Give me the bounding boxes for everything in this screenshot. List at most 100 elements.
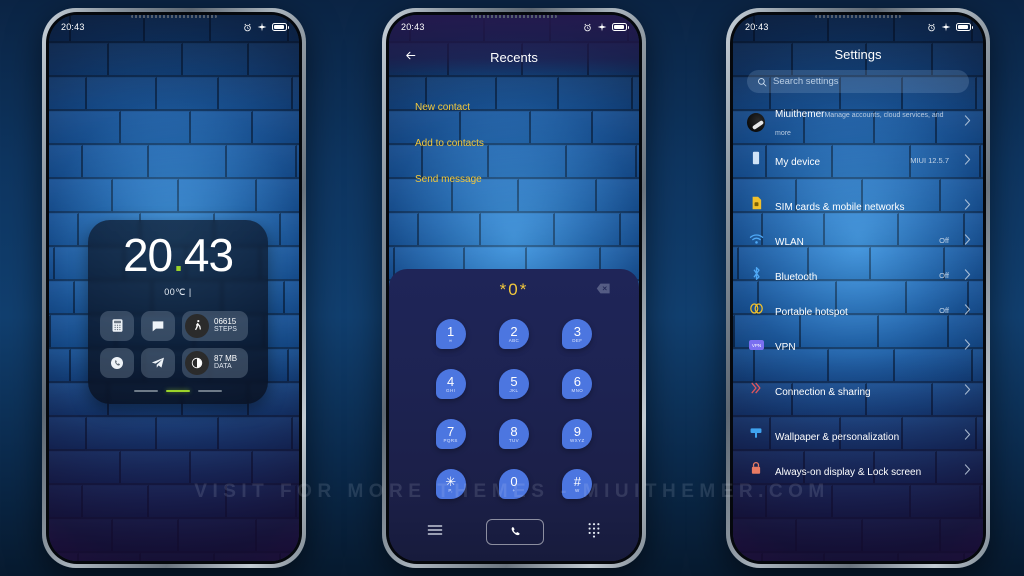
key-sublabel: GHI bbox=[446, 387, 456, 393]
data-badge bbox=[185, 350, 209, 375]
row-value: Off bbox=[939, 271, 949, 280]
page-dot-active[interactable] bbox=[166, 389, 190, 392]
menu-item-new-contact[interactable]: New contact bbox=[389, 89, 639, 125]
keypad-button[interactable]: 6 MNO bbox=[562, 369, 593, 399]
keypad-key-4[interactable]: 4 GHI bbox=[419, 363, 482, 405]
page-indicator[interactable] bbox=[100, 389, 256, 392]
phone3-bezel: 20:43 Settings Search settings Miuitheme… bbox=[730, 12, 986, 564]
keypad-key-7[interactable]: 7 PQRS bbox=[419, 413, 482, 455]
lockscreen-clock-widget[interactable]: 20.43 00℃ | 06615 STEPS 87 MB DATA bbox=[88, 220, 268, 404]
settings-row-wallpaper-personalization[interactable]: Wallpaper & personalization bbox=[733, 418, 983, 453]
row-icon-slot bbox=[747, 266, 765, 286]
keypad-key-8[interactable]: 8 TUV bbox=[482, 413, 545, 455]
earpiece-speaker bbox=[131, 15, 217, 18]
settings-list: MiuithemerManage accounts, cloud service… bbox=[733, 101, 983, 561]
airplane-mode-icon bbox=[257, 22, 267, 32]
battery-icon bbox=[272, 23, 289, 31]
menu-item-send-message[interactable]: Send message bbox=[389, 161, 639, 197]
dialer-keypad: 1 ∞ 2 ABC 3 DEF 4 GHI 5 JKL 6 MNO 7 PQRS 8 TUV 9 WXYZ ✳ P, 0… bbox=[389, 311, 639, 505]
page-dot[interactable] bbox=[134, 389, 158, 392]
phone1-screen: 20:43 20.43 00℃ | 06615 STEPS 87 MB DATA bbox=[49, 15, 299, 561]
keypad-button[interactable]: # W bbox=[562, 469, 593, 499]
settings-row-bluetooth[interactable]: Bluetooth Off bbox=[733, 258, 983, 293]
settings-row-sim-cards-mobile-networks[interactable]: SIM cards & mobile networks bbox=[733, 188, 983, 223]
steps-meta: 06615 STEPS bbox=[214, 317, 237, 334]
keypad-button[interactable]: 9 WXYZ bbox=[562, 419, 593, 449]
menu-icon[interactable] bbox=[427, 523, 443, 541]
keypad-icon[interactable] bbox=[587, 522, 601, 543]
bluetooth-icon bbox=[751, 266, 762, 286]
row-title: WLAN bbox=[775, 236, 804, 248]
row-text: MiuithemerManage accounts, cloud service… bbox=[775, 104, 954, 140]
backspace-icon[interactable] bbox=[596, 281, 611, 299]
key-sublabel: ∞ bbox=[448, 337, 453, 343]
keypad-button[interactable]: 1 ∞ bbox=[435, 319, 466, 349]
lock-icon bbox=[750, 461, 762, 480]
phone1-bezel: 20:43 20.43 00℃ | 06615 STEPS 87 MB DATA bbox=[46, 12, 302, 564]
menu-item-add-to-contacts[interactable]: Add to contacts bbox=[389, 125, 639, 161]
keypad-key-2[interactable]: 2 ABC bbox=[482, 313, 545, 355]
key-digit: 1 bbox=[447, 323, 455, 339]
connection-sharing-icon bbox=[749, 381, 763, 400]
phone1-status-bar: 20:43 bbox=[49, 15, 299, 39]
status-time: 20:43 bbox=[745, 22, 769, 32]
chevron-right-icon bbox=[964, 113, 971, 131]
keypad-key-#[interactable]: # W bbox=[546, 463, 609, 505]
steps-icon bbox=[194, 320, 201, 331]
tile-row: 87 MB DATA bbox=[100, 347, 256, 378]
tile-calculator[interactable] bbox=[100, 310, 134, 341]
tile-data-usage[interactable]: 87 MB DATA bbox=[182, 347, 248, 378]
keypad-button[interactable]: ✳ P, bbox=[435, 469, 466, 499]
keypad-button[interactable]: 2 ABC bbox=[498, 319, 529, 349]
keypad-button[interactable]: 8 TUV bbox=[498, 419, 529, 449]
back-arrow-icon[interactable] bbox=[403, 49, 418, 65]
keypad-key-9[interactable]: 9 WXYZ bbox=[546, 413, 609, 455]
tile-row: 06615 STEPS bbox=[100, 310, 256, 341]
settings-row-wlan[interactable]: WLAN Off bbox=[733, 223, 983, 258]
dialed-number-row: *0* bbox=[389, 269, 639, 311]
page-title: Recents bbox=[490, 49, 538, 65]
settings-row-connection-sharing[interactable]: Connection & sharing bbox=[733, 373, 983, 408]
row-text: VPN bbox=[775, 337, 954, 355]
phone-device-lockscreen: 20:43 20.43 00℃ | 06615 STEPS 87 MB DATA bbox=[42, 8, 306, 568]
keypad-key-1[interactable]: 1 ∞ bbox=[419, 313, 482, 355]
settings-row-miuithemer[interactable]: MiuithemerManage accounts, cloud service… bbox=[733, 101, 983, 143]
call-button[interactable] bbox=[485, 519, 544, 545]
keypad-key-✳[interactable]: ✳ P, bbox=[419, 463, 482, 505]
settings-row-portable-hotspot[interactable]: Portable hotspot Off bbox=[733, 293, 983, 328]
row-text: WLAN bbox=[775, 232, 929, 250]
page-dot[interactable] bbox=[198, 389, 222, 392]
tile-steps[interactable]: 06615 STEPS bbox=[182, 310, 248, 341]
clock-minutes: 43 bbox=[183, 229, 234, 281]
earpiece-speaker bbox=[471, 15, 557, 18]
dialed-number-value[interactable]: *0* bbox=[500, 280, 529, 300]
search-settings-bar[interactable]: Search settings bbox=[747, 70, 969, 93]
keypad-key-6[interactable]: 6 MNO bbox=[546, 363, 609, 405]
keypad-key-3[interactable]: 3 DEF bbox=[546, 313, 609, 355]
data-value: 87 MB bbox=[214, 353, 238, 363]
phone-icon bbox=[111, 356, 123, 369]
tile-phone[interactable] bbox=[100, 347, 134, 378]
settings-row-vpn[interactable]: VPN VPN bbox=[733, 328, 983, 363]
row-text: Always-on display & Lock screen bbox=[775, 462, 954, 480]
status-time: 20:43 bbox=[401, 22, 425, 32]
key-digit: 9 bbox=[573, 423, 581, 439]
keypad-button[interactable]: 0 + bbox=[498, 469, 529, 499]
key-sublabel: P, bbox=[448, 487, 453, 493]
settings-group-gap bbox=[733, 408, 983, 418]
keypad-key-5[interactable]: 5 JKL bbox=[482, 363, 545, 405]
chevron-right-icon bbox=[964, 427, 971, 445]
keypad-button[interactable]: 3 DEF bbox=[562, 319, 593, 349]
key-digit: # bbox=[573, 473, 581, 489]
keypad-button[interactable]: 7 PQRS bbox=[435, 419, 466, 449]
telegram-icon bbox=[151, 357, 164, 368]
settings-row-always-on-display-lock-screen[interactable]: Always-on display & Lock screen bbox=[733, 453, 983, 488]
tile-messages[interactable] bbox=[141, 310, 175, 341]
settings-row-my-device[interactable]: My device MIUI 12.5.7 bbox=[733, 143, 983, 178]
keypad-key-0[interactable]: 0 + bbox=[482, 463, 545, 505]
keypad-button[interactable]: 4 GHI bbox=[435, 369, 466, 399]
keypad-button[interactable]: 5 JKL bbox=[498, 369, 529, 399]
tile-telegram[interactable] bbox=[141, 347, 175, 378]
battery-icon bbox=[956, 23, 973, 31]
status-icons bbox=[583, 22, 629, 32]
